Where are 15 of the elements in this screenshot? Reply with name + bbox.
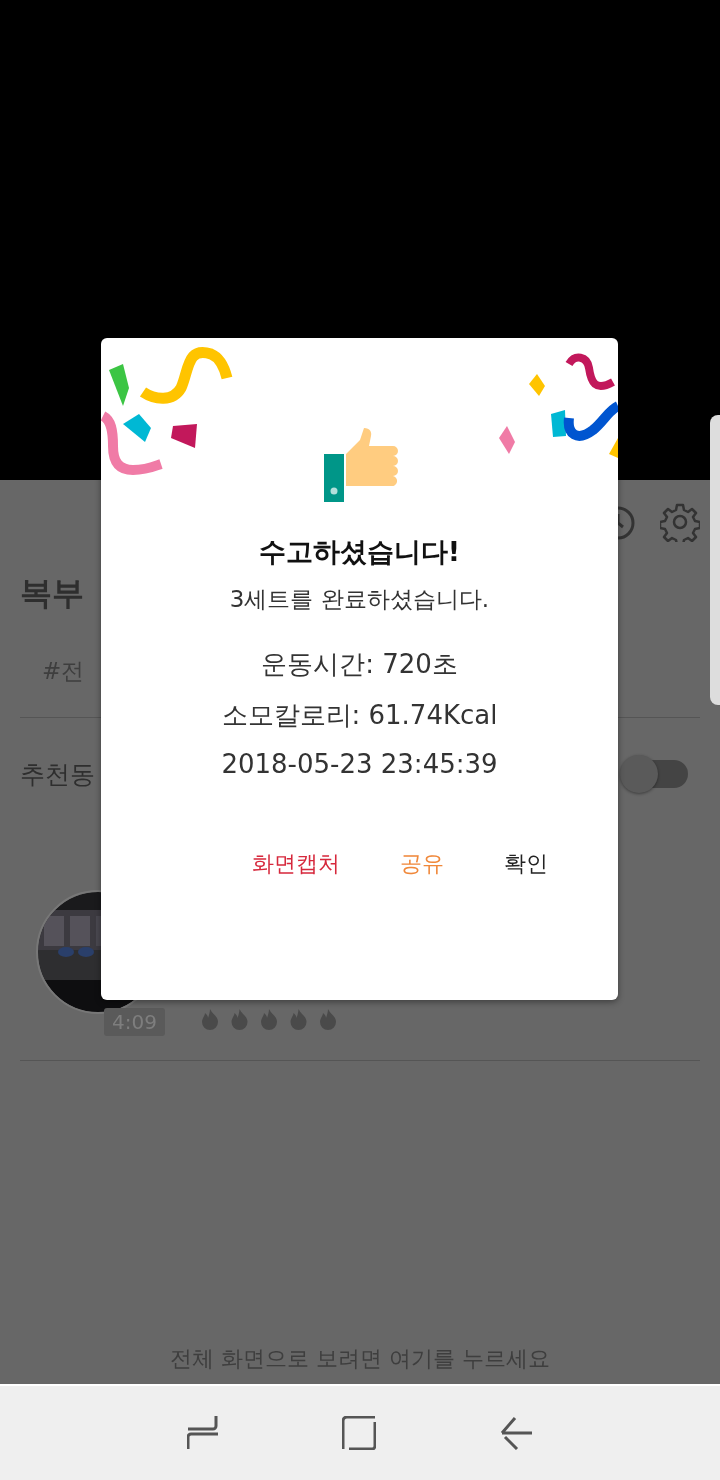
home-icon[interactable] [342,1416,376,1450]
dialog-message: 3세트를 완료하셨습니다. [229,585,490,614]
thumbs-up-icon [321,428,398,504]
recent-apps-icon[interactable] [186,1415,219,1451]
stat-line: 소모칼로리: 61.74Kcal [221,699,498,732]
stat-line: 운동시간: 720초 [261,648,458,681]
dialog-title: 수고하셨습니다! [258,535,461,569]
dialog-button[interactable]: 공유 [380,839,464,889]
workout-title: 복부 [20,573,84,614]
section-label: 추천동 [20,758,95,791]
autoplay-toggle[interactable] [620,754,690,794]
dialog-button[interactable]: 확인 [484,839,568,889]
stat-line: 2018-05-23 23:45:39 [221,749,498,779]
back-icon[interactable] [499,1416,534,1450]
dialog-button[interactable]: 화면캡처 [232,839,360,889]
